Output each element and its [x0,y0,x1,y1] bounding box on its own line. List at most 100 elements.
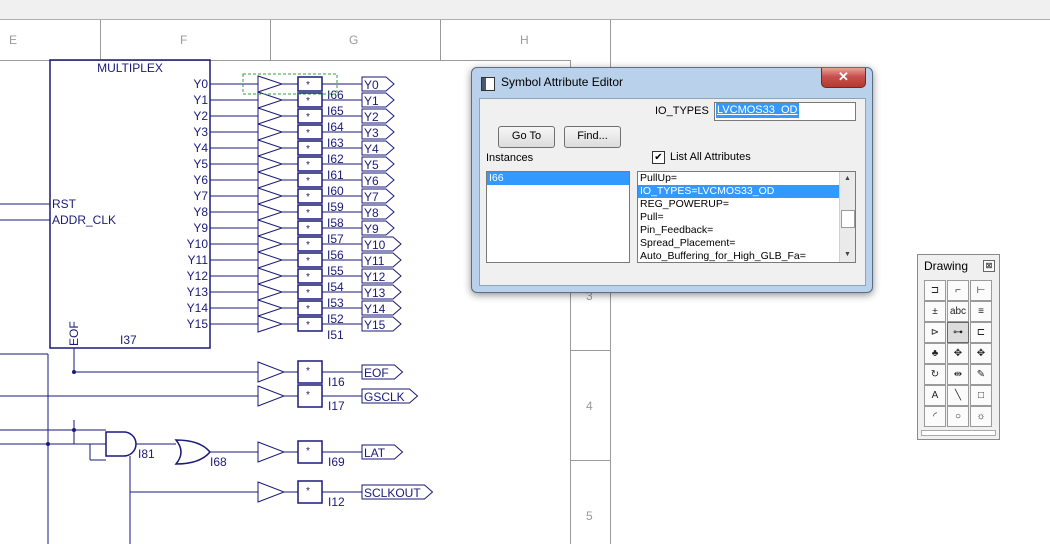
palette-close-button[interactable]: ⊠ [983,260,995,272]
junction-dot [46,442,50,446]
move-tool-icon[interactable]: ✥ [947,343,969,364]
buffer-triangle [257,361,286,383]
edit-tool-icon[interactable]: ✎ [970,364,992,385]
close-button[interactable]: ✕ [821,68,866,88]
text-abc-tool-icon[interactable]: abc [947,301,969,322]
attributes-listbox[interactable]: PullUp= IO_TYPES=LVCMOS33_OD REG_POWERUP= P… [637,171,856,263]
app-icon [481,77,495,91]
instances-listbox[interactable]: I66 [486,171,630,263]
output-port-label: Y2 [364,110,379,124]
attribute-item[interactable]: Spread_Placement= [638,237,855,250]
buffer-mark: * [306,160,310,171]
output-port-label: Y14 [364,302,386,316]
mirror-tool-icon[interactable]: ⇹ [947,364,969,385]
or-gate [174,439,211,465]
net-name-tool-icon[interactable]: ± [924,301,946,322]
line-tool-icon[interactable]: ╲ [947,385,969,406]
block-output-label: Y7 [193,189,208,203]
column-header-g: G [349,33,358,47]
dialog-title: Symbol Attribute Editor [501,75,624,89]
output-buffer-box [297,384,323,408]
text-tool-icon[interactable]: A [924,385,946,406]
attribute-value-input[interactable]: LVCMOS33_OD [714,102,856,121]
attribute-tool-icon[interactable]: ≡ [970,301,992,322]
io-marker-tool-icon[interactable]: ⊳ [924,322,946,343]
scroll-thumb[interactable] [841,210,855,228]
arc-tool-icon[interactable]: ◜ [924,406,946,427]
find-button[interactable]: Find... [564,126,621,148]
dialog-title-bar[interactable]: Symbol Attribute Editor ✕ [472,68,872,98]
output-buffer-box [297,440,323,464]
list-all-attributes-checkbox[interactable]: ✔ [652,151,665,164]
output-port-label: Y13 [364,286,386,300]
symbol-tool-icon[interactable]: ⊐ [924,280,946,301]
buffer-triangle [257,219,284,237]
buffer-mark: * [306,366,310,377]
goto-button[interactable]: Go To [498,126,555,148]
hierarchy-tool-icon[interactable]: ♣ [924,343,946,364]
rotate-tool-icon[interactable]: ↻ [924,364,946,385]
attributes-scrollbar[interactable]: ▲ ▼ [839,172,855,262]
attribute-rows: PullUp= IO_TYPES=LVCMOS33_OD REG_POWERUP= P… [638,172,855,262]
buffer-mark: * [306,288,310,299]
block-output-label: Y9 [193,221,208,235]
wire-tool-icon[interactable]: ⌐ [947,280,969,301]
circle-tool-icon[interactable]: ○ [947,406,969,427]
output-port-label: Y4 [364,142,379,156]
attribute-item[interactable]: Auto_Buffering_for_High_GLB_Fa= [638,250,855,262]
attribute-item[interactable]: PullUp= [638,172,855,185]
bus-tap-tool-icon[interactable]: ⊢ [970,280,992,301]
toolbar-strip [0,0,1050,19]
block-output-label: Y11 [188,253,209,267]
drawing-palette: Drawing ⊠ ⊐ ⌐ ⊢ ± abc ≡ ⊳ ⊶ ⊏ ♣ ✥ ✥ ↻ ⇹ ✎ A ╲ □ ◜ ○ ☼ [917,254,1000,440]
buffer-triangle [257,187,284,205]
port-tool-icon[interactable]: ⊶ [947,322,969,343]
attribute-name-label: IO_TYPES [655,105,709,117]
instance-item[interactable]: I66 [487,172,629,185]
block-input-label: ADDR_CLK [52,213,116,227]
rectangle-tool-icon[interactable]: □ [970,385,992,406]
junction-dot [72,428,76,432]
pin-tool-icon[interactable]: ⊏ [970,322,992,343]
buffer-instance-label: I17 [328,399,345,413]
buffer-triangle [257,171,284,189]
drag-tool-icon[interactable]: ✥ [970,343,992,364]
or-gate-label: I68 [210,455,227,469]
block-output-label: Y12 [187,269,209,283]
list-all-attributes-label: List All Attributes [670,151,751,163]
attribute-item[interactable]: IO_TYPES=LVCMOS33_OD [638,185,855,198]
output-port-label: Y5 [364,158,379,172]
buffer-triangle [257,385,286,407]
buffer-mark: * [306,390,310,401]
graphic-tool-icon[interactable]: ☼ [970,406,992,427]
block-output-label: Y15 [187,317,209,331]
output-buffer-box [297,188,323,204]
buffer-mark: * [306,272,310,283]
buffer-mark: * [306,112,310,123]
output-port-label: Y8 [364,206,379,220]
scroll-up-arrow[interactable]: ▲ [840,172,855,186]
output-port-label: Y11 [364,254,385,268]
output-port-label: Y12 [364,270,386,284]
block-output-label: Y0 [193,77,208,91]
output-port-label: Y7 [364,190,379,204]
attribute-item[interactable]: REG_POWERUP= [638,198,855,211]
buffer-triangle [257,123,284,141]
row-number-4: 4 [586,399,593,413]
output-port-label: Y3 [364,126,379,140]
attribute-item[interactable]: Pull= [638,211,855,224]
output-port-label: GSCLK [364,390,405,404]
output-buffer-box [297,76,323,92]
block-output-label: Y13 [187,285,209,299]
block-output-label: Y14 [187,301,209,315]
output-buffer-box [297,252,323,268]
output-port-label: LAT [364,446,386,460]
scroll-down-arrow[interactable]: ▼ [840,248,855,262]
attribute-item[interactable]: Pin_Feedback= [638,224,855,237]
buffer-instance-label: I16 [328,375,345,389]
block-output-label: Y4 [193,141,208,155]
buffer-mark: * [306,144,310,155]
buffer-mark: * [306,96,310,107]
block-output-label: Y1 [193,93,208,107]
output-buffer-box [297,236,323,252]
